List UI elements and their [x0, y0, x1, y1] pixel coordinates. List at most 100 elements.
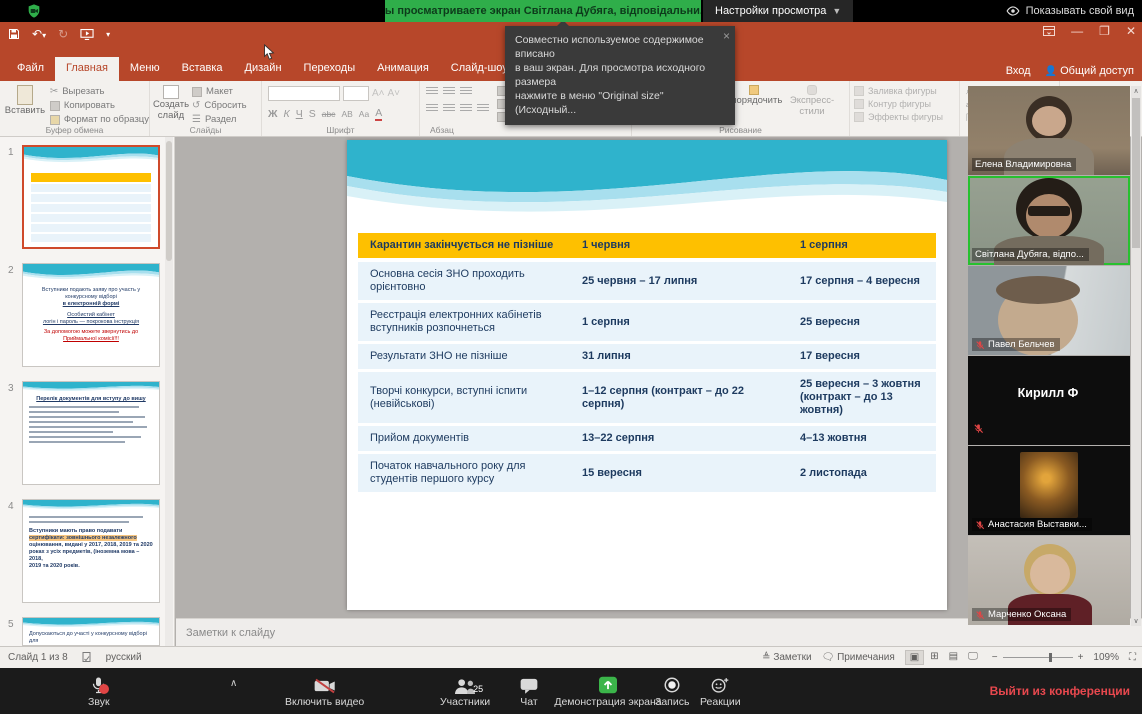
italic-button[interactable]: К	[284, 108, 290, 120]
leave-meeting-button[interactable]: Выйти из конференции	[990, 668, 1130, 714]
tab-design[interactable]: Дизайн	[234, 57, 293, 81]
char-spacing-button[interactable]: АВ	[341, 109, 352, 119]
spellcheck-icon[interactable]	[82, 652, 92, 663]
copy-button[interactable]: Копировать	[50, 100, 149, 111]
font-group: A˄ A˅ Ж К Ч S abc АВ Аа А Шрифт	[262, 81, 420, 136]
slide-canvas[interactable]: Карантин закінчується не пізніше 1 червн…	[347, 140, 947, 610]
zoom-percentage[interactable]: 109%	[1093, 652, 1119, 663]
section-button[interactable]: ☰Раздел	[192, 114, 247, 125]
normal-view-button[interactable]: ▣	[905, 650, 924, 665]
thumbnail-slide-5[interactable]: 5 Допускаються до участі у конкурсному в…	[22, 617, 160, 646]
scrollbar-thumb[interactable]	[1132, 98, 1140, 248]
participant-tile[interactable]: Елена Владимировна	[968, 86, 1130, 175]
quick-styles-button[interactable]: Экспресс- стили	[788, 81, 836, 123]
cut-button[interactable]: ✂Вырезать	[50, 86, 149, 97]
layout-button[interactable]: Макет	[192, 86, 247, 97]
fit-to-window-icon[interactable]: ⛶	[1129, 652, 1136, 663]
customize-qat-icon[interactable]: ▾	[106, 30, 110, 39]
reading-view-button[interactable]: ▤	[945, 650, 962, 665]
ribbon-display-options-icon[interactable]	[1043, 26, 1055, 36]
tab-file[interactable]: Файл	[6, 57, 55, 81]
shape-outline-icon	[854, 99, 864, 109]
chat-button[interactable]: Чат	[520, 674, 538, 708]
view-settings-button[interactable]: Настройки просмотра ▼	[703, 0, 853, 22]
participant-tile-no-video[interactable]: Кирилл Ф	[968, 356, 1130, 445]
close-button[interactable]: ✕	[1126, 24, 1136, 38]
thumbnail-slide-4[interactable]: 4 Вступники мають право подавати сертифі…	[22, 499, 160, 603]
notes-toggle[interactable]: ≜ Заметки	[762, 652, 811, 663]
tab-menu[interactable]: Меню	[119, 57, 171, 81]
start-video-button[interactable]: Включить видео	[285, 674, 364, 708]
underline-button[interactable]: Ч	[296, 108, 303, 120]
thumbnail-scrollbar[interactable]	[165, 137, 173, 646]
reactions-label: Реакции	[700, 696, 741, 708]
audio-options-chevron[interactable]: ∧	[230, 678, 237, 689]
new-slide-button[interactable]: Создать слайд	[150, 81, 192, 125]
participants-button[interactable]: 25 Участники	[440, 674, 490, 708]
tab-home[interactable]: Главная	[55, 57, 119, 81]
scroll-up-icon[interactable]: ∧	[1131, 87, 1141, 95]
format-painter-button[interactable]: Формат по образцу	[50, 114, 149, 125]
slide-sorter-view-button[interactable]: ⊞	[926, 650, 942, 665]
tab-transitions[interactable]: Переходы	[293, 57, 367, 81]
scroll-down-icon[interactable]: ∨	[1131, 617, 1141, 625]
reactions-button[interactable]: Реакции	[700, 674, 741, 708]
thumbnail-number: 3	[8, 383, 14, 394]
record-button[interactable]: Запись	[655, 674, 689, 708]
zoom-slider-thumb[interactable]	[1049, 653, 1052, 662]
participant-tile-avatar[interactable]: Анастасия Выставки...	[968, 446, 1130, 535]
slideshow-view-button[interactable]: 🖵	[964, 650, 982, 665]
zoom-out-icon[interactable]: −	[992, 652, 998, 663]
strikethrough-button[interactable]: abc	[322, 109, 336, 119]
change-case-button[interactable]: Аа	[359, 109, 370, 119]
minimize-button[interactable]: —	[1071, 24, 1083, 38]
paste-button[interactable]: Вставить	[0, 81, 50, 125]
tooltip-close-icon[interactable]: ×	[723, 29, 730, 43]
clipboard-group-label: Буфер обмена	[0, 125, 149, 135]
show-self-view-button[interactable]: Показывать свой вид	[1006, 0, 1134, 22]
numbering-icon[interactable]	[443, 87, 455, 96]
bold-button[interactable]: Ж	[268, 108, 278, 120]
participant-tile-active-speaker[interactable]: Світлана Дубяга, відпо...	[968, 176, 1130, 265]
share-button[interactable]: 👤 Общий доступ	[1045, 65, 1134, 77]
font-name-select[interactable]	[268, 86, 340, 101]
redo-icon[interactable]: ↻	[58, 27, 68, 41]
participant-tile[interactable]: Марченко Оксана	[968, 536, 1130, 625]
thumbnail-slide-1[interactable]: 1	[22, 145, 160, 249]
participants-scrollbar[interactable]: ∧ ∨	[1131, 86, 1141, 626]
shrink-font-icon[interactable]: A˅	[388, 88, 401, 99]
grow-font-icon[interactable]: A˄	[372, 88, 385, 99]
sign-in-button[interactable]: Вход	[1006, 65, 1031, 77]
restore-button[interactable]: ❐	[1099, 24, 1110, 38]
align-left-icon[interactable]	[426, 104, 438, 113]
undo-icon[interactable]: ↶▾	[32, 27, 46, 41]
save-icon[interactable]	[8, 28, 20, 40]
thumbnail-slide-3[interactable]: 3 Перелік документів для вступу до вишу	[22, 381, 160, 485]
shape-fill-button[interactable]: Заливка фигуры	[854, 86, 959, 96]
justify-icon[interactable]	[477, 104, 489, 113]
zoom-slider[interactable]: − +	[992, 652, 1084, 663]
reset-button[interactable]: ↺Сбросить	[192, 100, 247, 111]
zoom-meeting-shield-icon[interactable]	[26, 3, 42, 19]
font-color-button[interactable]: А	[375, 107, 382, 121]
align-center-icon[interactable]	[443, 104, 455, 113]
participant-name: Павел Бельчев	[972, 338, 1060, 351]
language-indicator[interactable]: русский	[106, 652, 142, 663]
bullets-icon[interactable]	[426, 87, 438, 96]
font-size-select[interactable]	[343, 86, 369, 101]
zoom-in-icon[interactable]: +	[1078, 652, 1084, 663]
tab-animations[interactable]: Анимация	[366, 57, 440, 81]
start-slideshow-icon[interactable]	[80, 29, 94, 40]
indent-icons[interactable]	[460, 87, 472, 96]
participant-tile[interactable]: Павел Бельчев	[968, 266, 1130, 355]
comments-toggle[interactable]: 🗨 Примечания	[822, 652, 895, 663]
audio-button[interactable]: Звук	[88, 674, 110, 708]
thumbnail-slide-2[interactable]: 2 Вступники подають заяву про участь у к…	[22, 263, 160, 367]
font-group-label: Шрифт	[262, 125, 419, 135]
align-right-icon[interactable]	[460, 104, 472, 113]
shape-effects-button[interactable]: Эффекты фигуры	[854, 112, 959, 122]
tab-insert[interactable]: Вставка	[171, 57, 234, 81]
shape-outline-button[interactable]: Контур фигуры	[854, 99, 959, 109]
text-shadow-button[interactable]: S	[309, 108, 316, 120]
share-screen-button[interactable]: Демонстрация экрана	[553, 674, 663, 708]
